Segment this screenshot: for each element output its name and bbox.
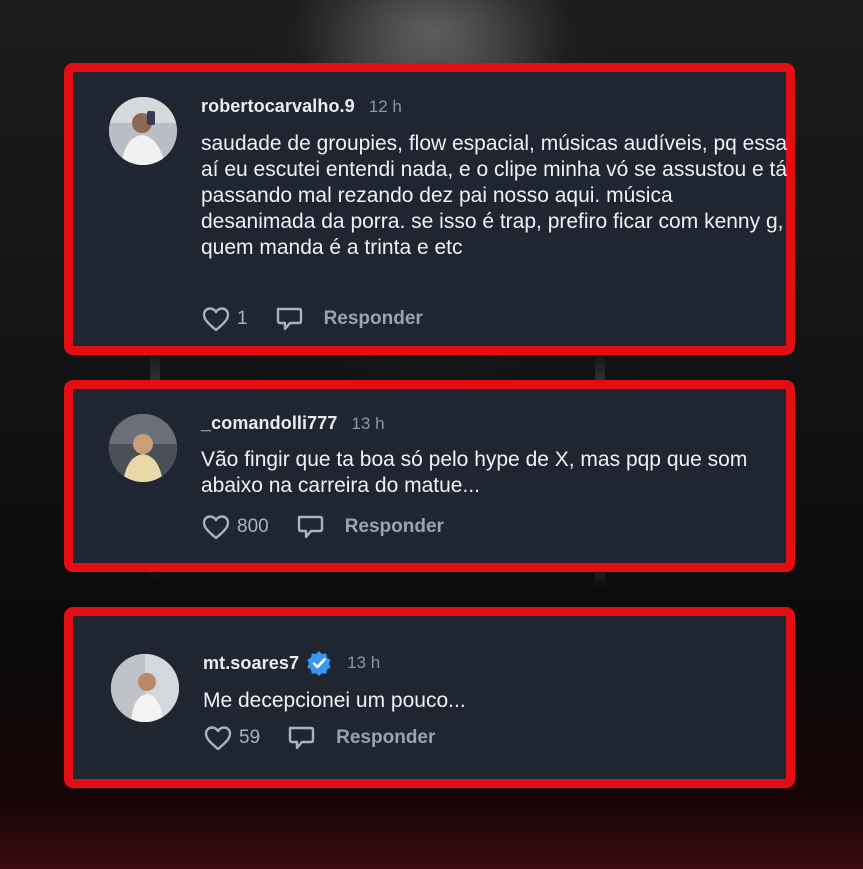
comment-text: saudade de groupies, flow espacial, músi…: [201, 132, 788, 259]
avatar[interactable]: [111, 654, 179, 722]
heart-icon[interactable]: [201, 305, 231, 333]
comment-card: robertocarvalho.9 12 h saudade de groupi…: [64, 63, 795, 355]
timestamp: 13 h: [347, 653, 381, 672]
like-count: 1: [237, 308, 248, 329]
comment-text: Vão fingir que ta boa só pelo hype de X,…: [201, 448, 748, 497]
comment-actions: 1 Responder: [201, 305, 423, 333]
avatar[interactable]: [109, 97, 177, 165]
comment-card: mt.soares7 13 h Me decepcionei um pouco.…: [64, 607, 795, 788]
comment-header: robertocarvalho.9 12 h: [201, 96, 402, 117]
username[interactable]: _comandolli777: [201, 413, 337, 434]
comment-actions: 59 Responder: [203, 724, 435, 752]
reply-button[interactable]: Responder: [345, 516, 444, 538]
comment-card: _comandolli777 13 h Vão fingir que ta bo…: [64, 380, 795, 572]
heart-icon[interactable]: [201, 513, 231, 541]
comment-actions: 800 Responder: [201, 513, 444, 541]
username[interactable]: robertocarvalho.9: [201, 96, 355, 117]
comment-header: mt.soares7 13 h: [203, 649, 380, 677]
comment-header: _comandolli777 13 h: [201, 413, 385, 434]
username[interactable]: mt.soares7: [203, 653, 299, 674]
timestamp: 12 h: [368, 96, 402, 116]
avatar[interactable]: [109, 414, 177, 482]
comment-text: Me decepcionei um pouco...: [203, 689, 466, 712]
like-count: 800: [237, 516, 269, 537]
verified-badge-icon: [305, 649, 333, 677]
heart-icon[interactable]: [203, 724, 233, 752]
like-count: 59: [239, 727, 261, 748]
speech-bubble-icon[interactable]: [274, 305, 304, 333]
speech-bubble-icon[interactable]: [286, 724, 316, 752]
reply-button[interactable]: Responder: [324, 308, 423, 330]
reply-button[interactable]: Responder: [336, 727, 435, 749]
speech-bubble-icon[interactable]: [295, 513, 325, 541]
timestamp: 13 h: [351, 413, 385, 433]
